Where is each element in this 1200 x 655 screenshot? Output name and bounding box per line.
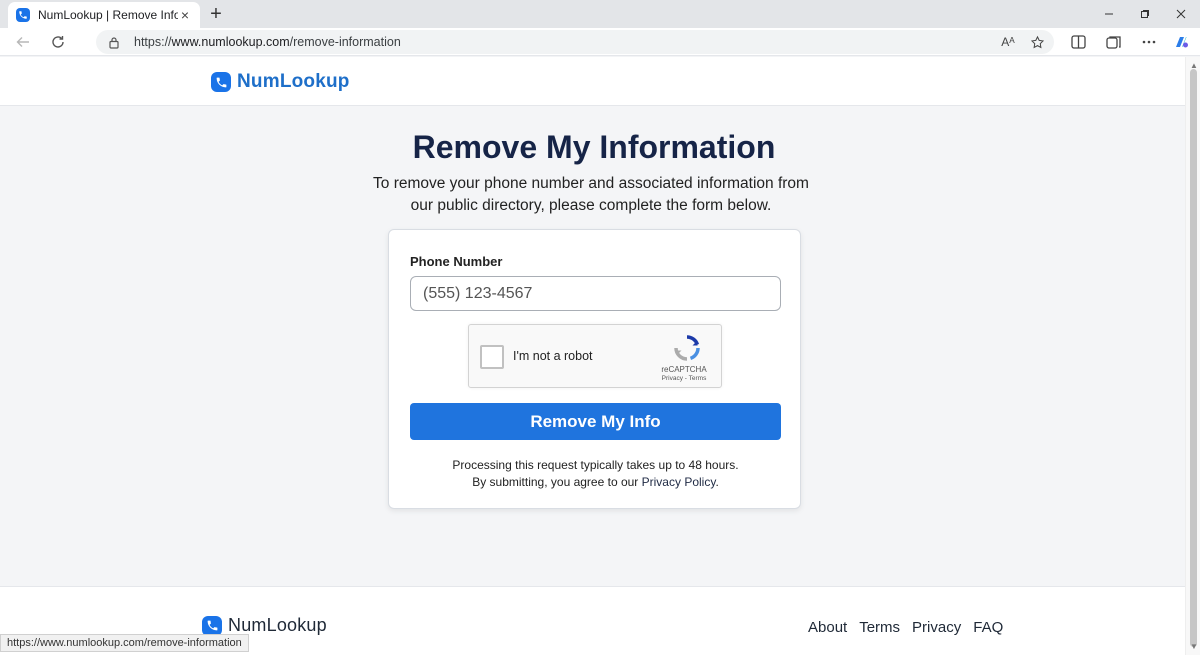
split-screen-icon[interactable] [1068,32,1088,52]
recaptcha-links[interactable]: Privacy - Terms [652,375,716,382]
recaptcha-brand: reCAPTCHA [661,365,707,374]
address-bar[interactable]: https://www.numlookup.com/remove-informa… [96,30,1054,54]
main-content: Remove My Information To remove your pho… [0,106,1185,586]
note-suffix: . [715,475,719,489]
close-window-button[interactable] [1162,0,1200,28]
tab-title: NumLookup | Remove Info [38,8,178,22]
recaptcha-label: I'm not a robot [513,349,593,363]
footer-nav: About Terms Privacy FAQ [808,619,1003,636]
page-scrollbar[interactable]: ▲ ▼ [1185,57,1200,655]
footer-logo[interactable]: NumLookup [202,615,327,636]
phone-icon [211,72,231,92]
recaptcha-logo-icon [672,333,702,363]
site-header: NumLookup [0,57,1185,106]
url-domain: www.numlookup.com [171,35,290,49]
phone-number-label: Phone Number [410,254,503,269]
favorite-star-icon[interactable] [1027,32,1047,52]
footer-brand-name: NumLookup [228,615,327,635]
phone-number-input[interactable] [410,276,781,311]
brand-name: NumLookup [237,71,350,92]
intro-line-1: To remove your phone number and associat… [373,175,809,192]
footer-link-faq[interactable]: FAQ [973,619,1003,636]
intro-text: To remove your phone number and associat… [370,173,812,217]
url-prefix: https:// [134,35,172,49]
back-arrow-icon[interactable] [11,31,35,53]
reload-icon[interactable] [46,31,70,53]
close-tab-icon[interactable]: × [178,7,192,23]
minimize-window-button[interactable] [1090,0,1128,28]
footer-link-about[interactable]: About [808,619,847,636]
browser-tab[interactable]: NumLookup | Remove Info × [8,2,200,28]
page-title: Remove My Information [412,129,776,165]
privacy-policy-link[interactable]: Privacy Policy [642,475,716,489]
note-line-1: Processing this request typically takes … [452,458,739,472]
read-aloud-icon[interactable]: Aᴬ [998,32,1018,52]
remove-my-info-button[interactable]: Remove My Info [410,403,781,440]
scroll-down-arrow-icon[interactable]: ▼ [1190,642,1198,651]
collections-icon[interactable] [1103,32,1123,52]
processing-note: Processing this request typically takes … [389,457,802,491]
footer-link-privacy[interactable]: Privacy [912,619,961,636]
copilot-icon[interactable] [1171,32,1191,52]
browser-tab-bar: NumLookup | Remove Info × + [0,0,1200,28]
new-tab-button[interactable]: + [205,3,227,25]
url-path: /remove-information [289,35,401,49]
recaptcha-widget: I'm not a robot reCAPTCHA Privacy - Term… [468,324,722,388]
intro-line-2: our public directory, please complete th… [410,197,772,214]
phone-icon [202,615,222,636]
restore-window-button[interactable] [1126,0,1164,28]
scrollbar-thumb[interactable] [1190,69,1197,647]
site-logo[interactable]: NumLookup [211,71,350,93]
footer-link-terms[interactable]: Terms [859,619,900,636]
phone-icon [16,8,30,22]
recaptcha-checkbox[interactable] [480,345,504,369]
note-prefix: By submitting, you agree to our [472,475,642,489]
remove-info-form: Phone Number I'm not a robot reCAPTCHA P… [388,229,801,509]
browser-toolbar: https://www.numlookup.com/remove-informa… [0,28,1200,56]
status-bar-url: https://www.numlookup.com/remove-informa… [0,634,249,652]
note-line-2: By submitting, you agree to our Privacy … [389,474,802,491]
lock-icon [108,35,122,49]
more-options-icon[interactable] [1139,32,1159,52]
